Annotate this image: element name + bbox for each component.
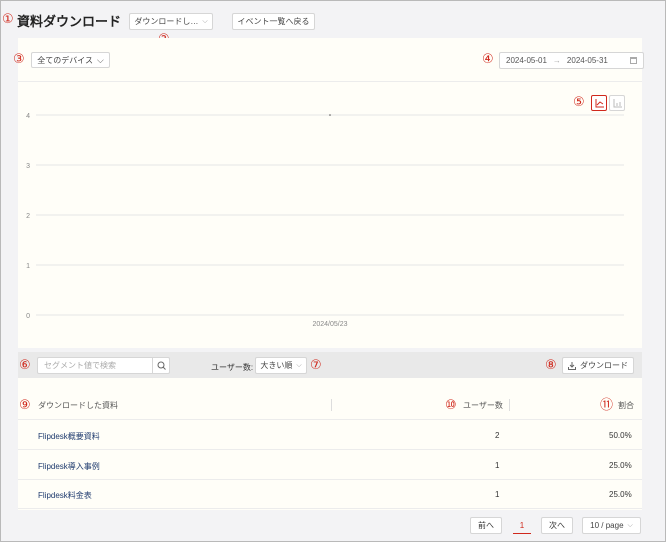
row-divider xyxy=(18,419,642,420)
prev-page-button[interactable]: 前へ xyxy=(470,517,502,534)
row-divider xyxy=(18,508,642,509)
download-filter-dropdown[interactable]: ダウンロードし… ⌵ xyxy=(129,13,213,30)
search-icon[interactable] xyxy=(152,358,169,373)
material-link[interactable]: Flipdesk料金表 xyxy=(38,490,92,501)
date-end[interactable]: 2024-05-31 xyxy=(567,56,608,65)
y-tick-label: 0 xyxy=(26,313,30,320)
annotation-8: ⑧ xyxy=(545,358,557,373)
user-count: 1 xyxy=(495,461,500,470)
date-range-picker[interactable]: 2024-05-01 → 2024-05-31 xyxy=(499,52,644,69)
table xyxy=(18,378,642,510)
data-point[interactable] xyxy=(329,114,331,116)
page-size-select[interactable]: 10 / page ⌵ xyxy=(582,517,641,534)
current-page[interactable]: 1 xyxy=(513,517,531,534)
page-title: 資料ダウンロード xyxy=(17,14,122,29)
row-divider xyxy=(18,449,642,450)
material-link[interactable]: Flipdesk導入事例 xyxy=(38,461,100,472)
chevron-down-icon: ⌵ xyxy=(202,17,208,25)
next-page-button[interactable]: 次へ xyxy=(541,517,573,534)
x-tick-label: 2024/05/23 xyxy=(312,321,347,328)
column-separator xyxy=(509,399,510,411)
device-filter-label: 全てのデバイス xyxy=(37,55,93,65)
download-label: ダウンロード xyxy=(580,361,628,370)
download-icon xyxy=(568,361,576,370)
annotation-10: ⑩ xyxy=(445,398,457,413)
ratio-value: 50.0% xyxy=(609,431,632,440)
device-filter-dropdown[interactable]: 全てのデバイス ⌵ xyxy=(31,52,110,68)
sort-dropdown[interactable]: 大きい順 ⌵ xyxy=(255,357,307,374)
calendar-icon xyxy=(630,57,637,64)
column-header-material[interactable]: ダウンロードした資料 xyxy=(38,400,118,411)
annotation-3: ③ xyxy=(13,52,25,67)
segment-search[interactable]: セグメント値で検索 xyxy=(37,357,170,374)
material-link[interactable]: Flipdesk概要資料 xyxy=(38,431,100,442)
sort-value: 大きい順 xyxy=(260,361,293,370)
chevron-down-icon: ⌵ xyxy=(627,521,633,529)
row-divider xyxy=(18,479,642,480)
line-chart: 4 3 2 1 0 2024/05/23 xyxy=(26,113,624,328)
annotation-7: ⑦ xyxy=(310,358,322,373)
sort-label: ユーザー数: xyxy=(211,363,254,372)
divider xyxy=(18,81,642,82)
column-separator xyxy=(331,399,332,411)
annotation-4: ④ xyxy=(482,52,494,67)
date-start[interactable]: 2024-05-01 xyxy=(506,56,547,65)
y-tick-label: 4 xyxy=(26,113,30,120)
column-header-users[interactable]: ユーザー数 xyxy=(463,400,503,411)
arrow-right-icon: → xyxy=(552,56,561,65)
user-count: 2 xyxy=(495,431,500,440)
y-tick-label: 2 xyxy=(26,213,30,220)
ratio-value: 25.0% xyxy=(609,461,632,470)
search-input[interactable]: セグメント値で検索 xyxy=(38,360,152,371)
page-size-value: 10 / page xyxy=(590,521,624,530)
annotation-1: ① xyxy=(2,12,14,27)
column-header-ratio[interactable]: 割合 xyxy=(618,400,634,411)
annotation-11: ⑪ xyxy=(600,398,614,413)
download-filter-label: ダウンロードし… xyxy=(134,17,199,26)
annotation-9: ⑨ xyxy=(19,398,31,413)
download-button[interactable]: ダウンロード xyxy=(562,357,634,374)
y-tick-label: 1 xyxy=(26,263,30,270)
ratio-value: 25.0% xyxy=(609,490,632,499)
annotation-6: ⑥ xyxy=(19,358,31,373)
chevron-down-icon: ⌵ xyxy=(296,361,302,369)
back-to-events-button[interactable]: イベント一覧へ戻る xyxy=(232,13,315,30)
chevron-down-icon: ⌵ xyxy=(96,54,104,65)
y-tick-label: 3 xyxy=(26,163,30,170)
user-count: 1 xyxy=(495,490,500,499)
